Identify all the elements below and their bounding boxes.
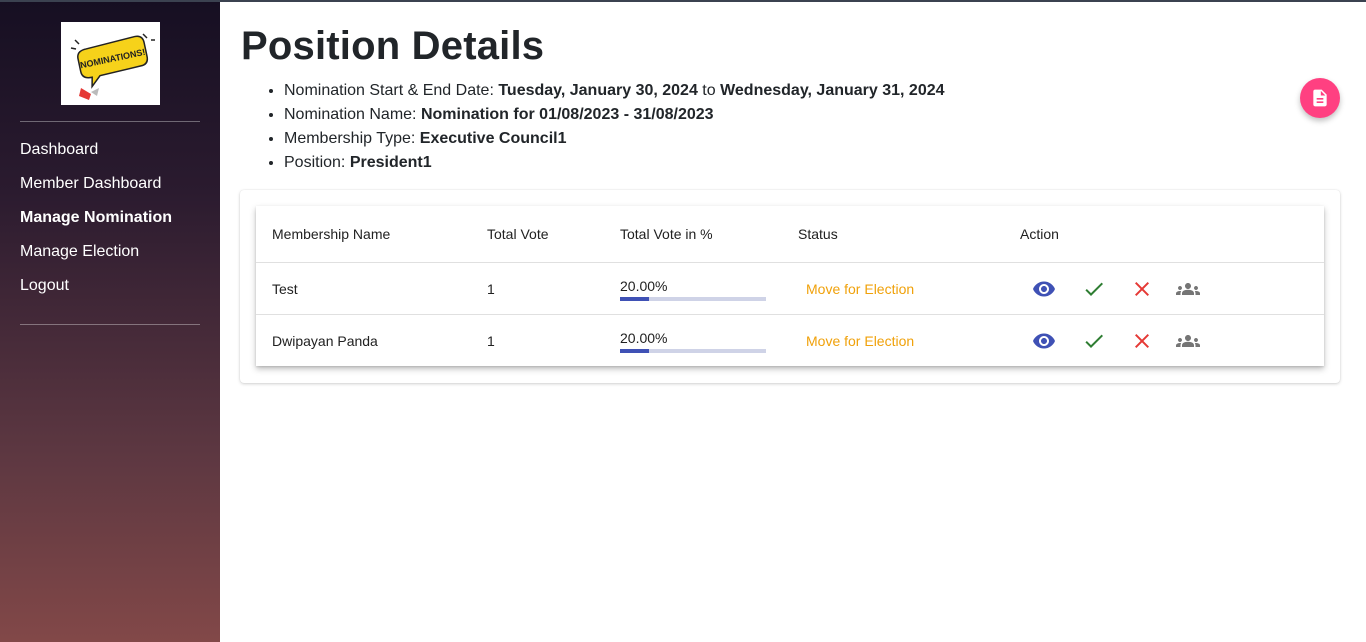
row-vote-percent: 20.00% [620,263,766,314]
row-vote-progress [620,349,766,353]
row-vote-percent-text: 20.00% [620,278,668,294]
reject-button[interactable] [1130,315,1154,366]
header-total-vote[interactable]: Total Vote [487,206,549,262]
nominations-table: Membership Name Total Vote Total Vote in… [256,206,1324,366]
row-membership-name: Dwipayan Panda [272,332,378,349]
table-row: Dwipayan Panda 1 20.00% Move for Electio… [256,315,1324,366]
row-total-vote: 1 [487,280,495,297]
detail-position-value: President1 [349,154,432,171]
report-fab-button[interactable] [1300,78,1340,118]
close-icon [1135,333,1149,348]
header-status[interactable]: Status [798,206,838,262]
top-border [0,0,1366,2]
detail-nomination-name: Nomination Name: Nomination for 01/08/20… [284,103,945,127]
row-vote-percent: 20.00% [620,315,766,366]
page-title: Position Details [241,24,545,68]
sidebar-item-member-dashboard[interactable]: Member Dashboard [20,172,172,206]
reject-button[interactable] [1130,263,1154,314]
check-icon [1085,334,1103,348]
row-vote-progress-fill [620,349,650,353]
view-button[interactable] [1032,315,1056,366]
detail-dates-sep: to [697,82,721,99]
sidebar: NOMINATIONS! Dashboard Member Dashboard … [0,0,220,642]
detail-start-date: Tuesday, January 30, 2024 [498,82,698,99]
sidebar-item-manage-nomination[interactable]: Manage Nomination [20,206,172,240]
detail-membership-type-value: Executive Council1 [419,130,567,147]
row-membership-name: Test [272,280,298,297]
sidebar-nav: Dashboard Member Dashboard Manage Nomina… [20,138,172,308]
check-icon [1085,282,1103,296]
sidebar-item-dashboard[interactable]: Dashboard [20,138,172,172]
eye-icon [1033,333,1055,348]
detail-end-date: Wednesday, January 31, 2024 [720,82,945,99]
eye-icon [1033,281,1055,296]
detail-membership-type: Membership Type: Executive Council1 [284,127,945,151]
sidebar-divider-bottom [20,324,200,325]
approve-button[interactable] [1082,315,1106,366]
header-membership-name[interactable]: Membership Name [272,206,390,262]
group-icon [1176,334,1200,347]
row-total-vote: 1 [487,332,495,349]
detail-dates-label: Nomination Start & End Date: [284,82,499,99]
row-status-link[interactable]: Move for Election [806,263,914,314]
sidebar-item-logout[interactable]: Logout [20,274,172,308]
table-row: Test 1 20.00% Move for Election [256,263,1324,315]
header-total-vote-pct[interactable]: Total Vote in % [620,206,713,262]
detail-nomination-name-label: Nomination Name: [284,106,421,123]
row-vote-percent-text: 20.00% [620,330,668,346]
detail-position-label: Position: [284,154,350,171]
row-status-link[interactable]: Move for Election [806,315,914,366]
document-icon [1313,89,1327,107]
table-header-row: Membership Name Total Vote Total Vote in… [256,206,1324,263]
approve-button[interactable] [1082,263,1106,314]
group-icon [1176,282,1200,295]
position-details-list: Nomination Start & End Date: Tuesday, Ja… [284,79,945,175]
app-logo[interactable]: NOMINATIONS! [61,22,160,105]
detail-membership-type-label: Membership Type: [284,130,420,147]
close-icon [1135,281,1149,296]
sidebar-divider-top [20,121,200,122]
detail-dates: Nomination Start & End Date: Tuesday, Ja… [284,79,945,103]
members-button[interactable] [1175,263,1201,314]
detail-position: Position: President1 [284,151,945,175]
row-vote-progress [620,297,766,301]
sidebar-item-manage-election[interactable]: Manage Election [20,240,172,274]
members-button[interactable] [1175,315,1201,366]
row-vote-progress-fill [620,297,650,301]
header-action: Action [1020,226,1059,242]
view-button[interactable] [1032,263,1056,314]
detail-nomination-name-value: Nomination for 01/08/2023 - 31/08/2023 [420,106,714,123]
